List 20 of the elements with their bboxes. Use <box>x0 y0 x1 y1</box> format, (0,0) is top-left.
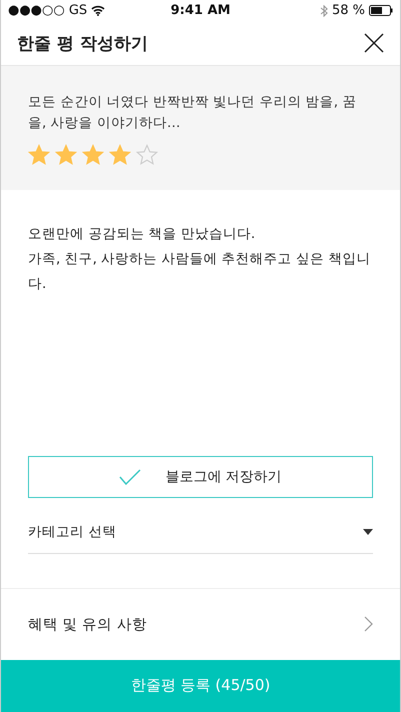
star-empty-icon[interactable] <box>136 144 158 166</box>
chevron-right-icon <box>364 616 373 632</box>
battery-icon <box>369 5 394 16</box>
category-select[interactable]: 카테고리 선택 <box>28 510 373 554</box>
close-icon[interactable] <box>364 33 384 54</box>
clock-text: 9:41 AM <box>170 3 230 18</box>
screen-title: 한줄 평 작성하기 <box>17 32 148 55</box>
star-filled-icon[interactable] <box>28 144 50 166</box>
carrier-text: ●●●○○ GS <box>8 3 88 18</box>
star-filled-icon[interactable] <box>82 144 104 166</box>
book-description: 모든 순간이 너였다 반짝반짝 빛나던 우리의 밤을, 꿈을, 사랑을 이야기하다… <box>28 92 358 133</box>
bluetooth-icon <box>320 4 328 17</box>
check-icon <box>119 469 142 486</box>
star-filled-icon[interactable] <box>55 144 77 166</box>
wifi-icon <box>91 5 106 16</box>
star-filled-icon[interactable] <box>109 144 131 166</box>
review-field[interactable]: 오랜만에 공감되는 책을 만났습니다. 가족, 친구, 사랑하는 사람들에 추천해주고 싶은 책입니다. <box>28 222 373 452</box>
caret-icon <box>363 528 373 535</box>
blog-save-button[interactable]: 블로그에 저장하기 <box>28 456 373 498</box>
battery-text: 58 % <box>332 3 366 18</box>
